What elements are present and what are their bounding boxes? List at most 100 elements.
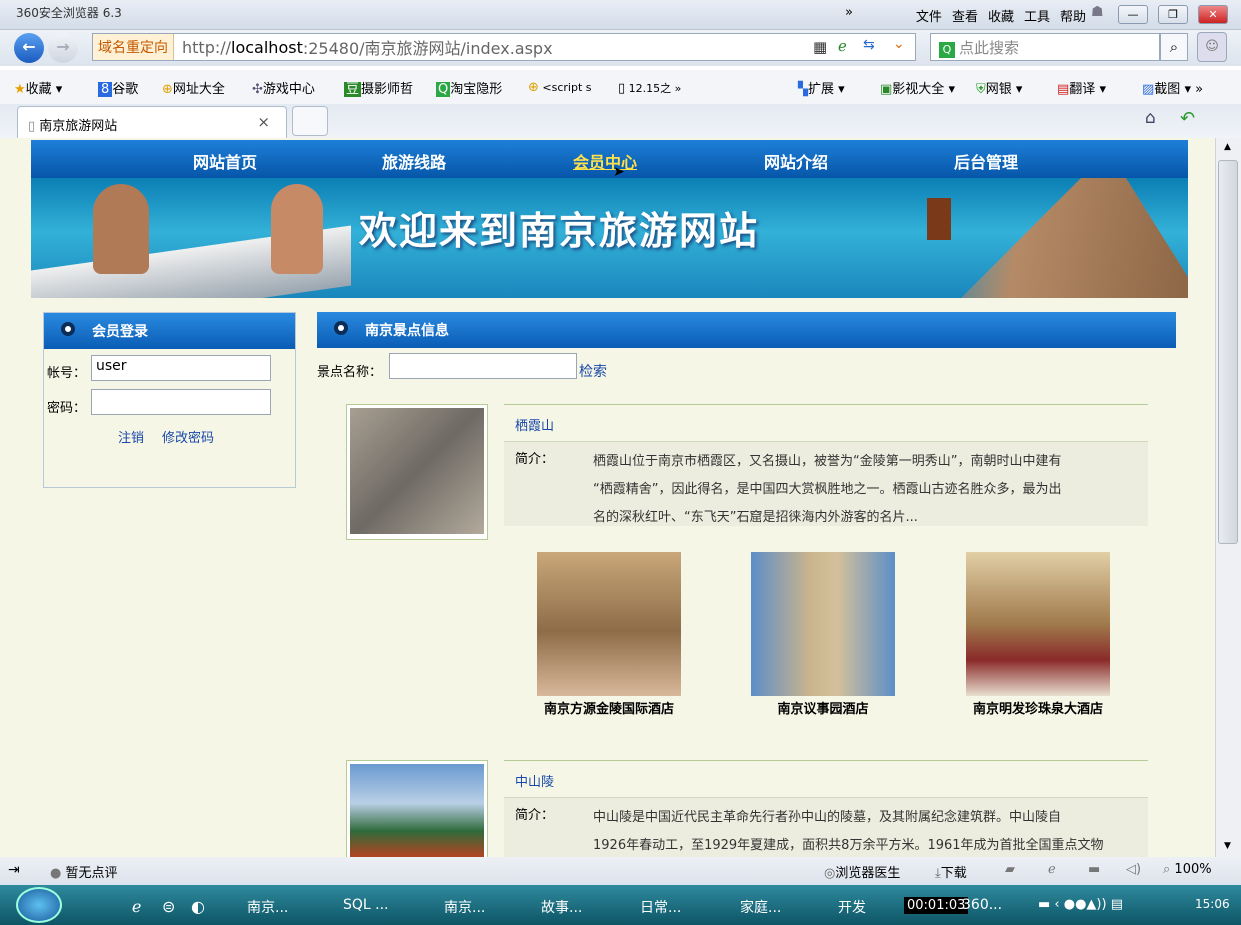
player-taskbar-icon[interactable]: ◐ <box>191 897 205 916</box>
ie-icon[interactable]: ℯ <box>1048 862 1056 877</box>
scenic-search-input[interactable] <box>389 353 577 379</box>
panel-icon[interactable]: ⇥ <box>8 862 20 878</box>
home-icon[interactable]: ⌂ <box>1145 108 1156 128</box>
favorites-bar: ★收藏 ▾ 8 谷歌 ⊕网址大全 ✣游戏中心 豆摄影师哲 Q 淘宝隐形 ⊕ <scr… <box>0 70 1241 104</box>
menu-file[interactable]: 文件 <box>916 6 942 25</box>
hotel-card[interactable]: 南京明发珍珠泉大酒店 <box>948 552 1128 717</box>
minimize-button[interactable]: — <box>1118 5 1148 24</box>
favorites-label: 收藏 <box>25 82 52 97</box>
fav-taobao[interactable]: Q 淘宝隐形 <box>436 78 502 97</box>
task-item[interactable]: 故事... <box>541 897 582 917</box>
intro-block: 简介： 栖霞山位于南京市栖霞区，又名摄山，被誉为“金陵第一明秀山”，南朝时山中建… <box>504 441 1148 526</box>
user-avatar-icon[interactable]: ☺ <box>1197 32 1227 62</box>
search-engine-icon[interactable]: Q <box>939 42 955 58</box>
download-button[interactable]: ⤓下载 <box>935 862 967 881</box>
hotel-card[interactable]: 南京方源金陵国际酒店 <box>519 552 699 717</box>
tray-icons[interactable]: ▬ ‹ ●●▲)) ▤ <box>1038 897 1123 912</box>
scenic-name[interactable]: 栖霞山 <box>515 415 554 434</box>
hotel-card[interactable]: 南京议事园酒店 <box>733 552 913 717</box>
fav-photo[interactable]: 豆摄影师哲 <box>344 78 413 97</box>
close-button[interactable]: ✕ <box>1198 5 1228 24</box>
task-item[interactable]: SQL ... <box>343 897 389 913</box>
ext-extend[interactable]: ▚扩展 ▾ <box>798 78 845 97</box>
task-item[interactable]: 南京... <box>444 897 485 917</box>
logout-link[interactable]: 注销 <box>118 427 144 446</box>
fav-script[interactable]: ⊕ <script s <box>528 80 592 95</box>
ext-video[interactable]: ▣影视大全 ▾ <box>880 78 955 97</box>
window-icon[interactable]: ▬ <box>1088 862 1100 877</box>
fav-page[interactable]: ▯ 12.15之 » <box>618 80 681 96</box>
scenic-name[interactable]: 中山陵 <box>515 771 554 790</box>
search-icon[interactable]: ⌕ <box>1160 33 1188 61</box>
menu-favorites[interactable]: 收藏 <box>988 6 1014 25</box>
nav-about[interactable]: 网站介绍 <box>764 149 828 173</box>
hotel-name[interactable]: 南京明发珍珠泉大酒店 <box>948 698 1128 717</box>
hotel-name[interactable]: 南京议事园酒店 <box>733 698 913 717</box>
nav-home[interactable]: 网站首页 <box>193 149 257 173</box>
restore-button[interactable]: ❐ <box>1158 5 1188 24</box>
scenic-image[interactable] <box>346 760 488 857</box>
task-item[interactable]: 开发 <box>838 897 866 917</box>
tab-active[interactable]: ▯ 南京旅游网站 × <box>17 106 287 138</box>
undo-icon[interactable]: ↶ <box>1180 108 1195 129</box>
favorites-menu[interactable]: ★收藏 ▾ <box>14 78 62 97</box>
ext-translate[interactable]: ▤翻译 ▾ <box>1057 78 1106 97</box>
new-tab-button[interactable] <box>292 106 328 136</box>
search-field[interactable]: Q 点此搜索 <box>930 33 1160 61</box>
change-password-link[interactable]: 修改密码 <box>162 427 214 446</box>
start-button[interactable] <box>16 887 62 923</box>
browser-doctor[interactable]: ◎浏览器医生 <box>824 862 900 881</box>
ext-bank-label: 网银 <box>985 82 1012 97</box>
speech-icon[interactable]: ▰ <box>1005 862 1015 877</box>
password-input[interactable] <box>91 389 271 415</box>
scroll-down-icon[interactable]: ▼ <box>1224 841 1231 851</box>
skin-icon[interactable]: ☗ <box>1091 4 1104 20</box>
ie-mode-icon[interactable]: ℯ <box>838 37 847 55</box>
task-item[interactable]: 日常... <box>640 897 681 917</box>
scenic-panel: 南京景点信息 景点名称： 检索 栖霞山 简介： 栖霞山位于南京市栖霞区，又名摄山… <box>317 312 1176 857</box>
forward-icon[interactable]: → <box>48 33 78 63</box>
refresh-icon[interactable]: ⇆ <box>863 37 875 53</box>
taskbar: ℯ ⊜ ◐ 南京... SQL ... 南京... 故事... 日常... 家庭… <box>0 885 1241 925</box>
ext-screenshot[interactable]: ▨截图 ▾ » <box>1142 78 1203 97</box>
qrcode-icon[interactable]: ▦ <box>813 38 827 56</box>
menu-view[interactable]: 查看 <box>952 6 978 25</box>
hotel-photo <box>966 552 1110 696</box>
scroll-up-icon[interactable]: ▲ <box>1224 142 1231 152</box>
360-taskbar-icon[interactable]: ⊜ <box>162 897 175 916</box>
scenic-image[interactable] <box>346 404 488 540</box>
menu-tools[interactable]: 工具 <box>1024 6 1050 25</box>
dropdown-icon[interactable]: ⌄ <box>893 36 905 52</box>
redirect-label[interactable]: 域名重定向 <box>93 34 174 60</box>
ie-taskbar-icon[interactable]: ℯ <box>132 897 141 916</box>
vertical-scrollbar[interactable]: ▲ ▼ <box>1215 138 1241 857</box>
menu-help[interactable]: 帮助 <box>1060 6 1086 25</box>
back-icon[interactable]: ← <box>14 33 44 63</box>
nav-admin[interactable]: 后台管理 <box>954 149 1018 173</box>
browser-title: 360安全浏览器 6.3 <box>16 6 122 20</box>
scrollbar-thumb[interactable] <box>1218 160 1238 544</box>
tab-bar: ▯ 南京旅游网站 × ⌂ ↶ <box>0 104 1241 138</box>
zoom-control[interactable]: ⌕ 100% <box>1163 862 1212 877</box>
fav-taobao-label: 淘宝隐形 <box>450 82 503 97</box>
scenic-card: 中山陵 简介： 中山陵是中国近代民主革命先行者孙中山的陵墓，及其附属纪念建筑群。… <box>504 760 1148 857</box>
hotel-name[interactable]: 南京方源金陵国际酒店 <box>519 698 699 717</box>
nav-routes[interactable]: 旅游线路 <box>382 149 446 173</box>
task-item[interactable]: 家庭... <box>740 897 781 917</box>
task-item[interactable]: 360... <box>962 897 1002 913</box>
volume-icon[interactable]: ◁) <box>1126 862 1141 877</box>
browser-titlebar: 360安全浏览器 6.3 » 文件 查看 收藏 工具 帮助 ☗ — ❐ ✕ <box>0 0 1241 30</box>
fav-google[interactable]: 8 谷歌 <box>98 78 138 97</box>
ext-bank[interactable]: ⛨网银 ▾ <box>976 78 1022 97</box>
more-icon[interactable]: » <box>845 5 853 20</box>
scenic-search-button[interactable]: 检索 <box>579 361 607 381</box>
fav-games[interactable]: ✣游戏中心 <box>252 78 315 97</box>
task-item[interactable]: 南京... <box>247 897 288 917</box>
fav-sites[interactable]: ⊕网址大全 <box>162 78 225 97</box>
intro-line: “栖霞精舍”，因此得名，是中国四大赏枫胜地之一。栖霞山古迹名胜众多，最为出 <box>593 482 1062 497</box>
review-status[interactable]: ● 暂无点评 <box>50 862 118 881</box>
nav-member[interactable]: 会员中心 <box>573 149 637 173</box>
account-input[interactable]: user <box>91 355 271 381</box>
address-field[interactable]: 域名重定向 http://localhost:25480/南京旅游网站/inde… <box>92 33 916 61</box>
tab-close-icon[interactable]: × <box>257 113 270 131</box>
